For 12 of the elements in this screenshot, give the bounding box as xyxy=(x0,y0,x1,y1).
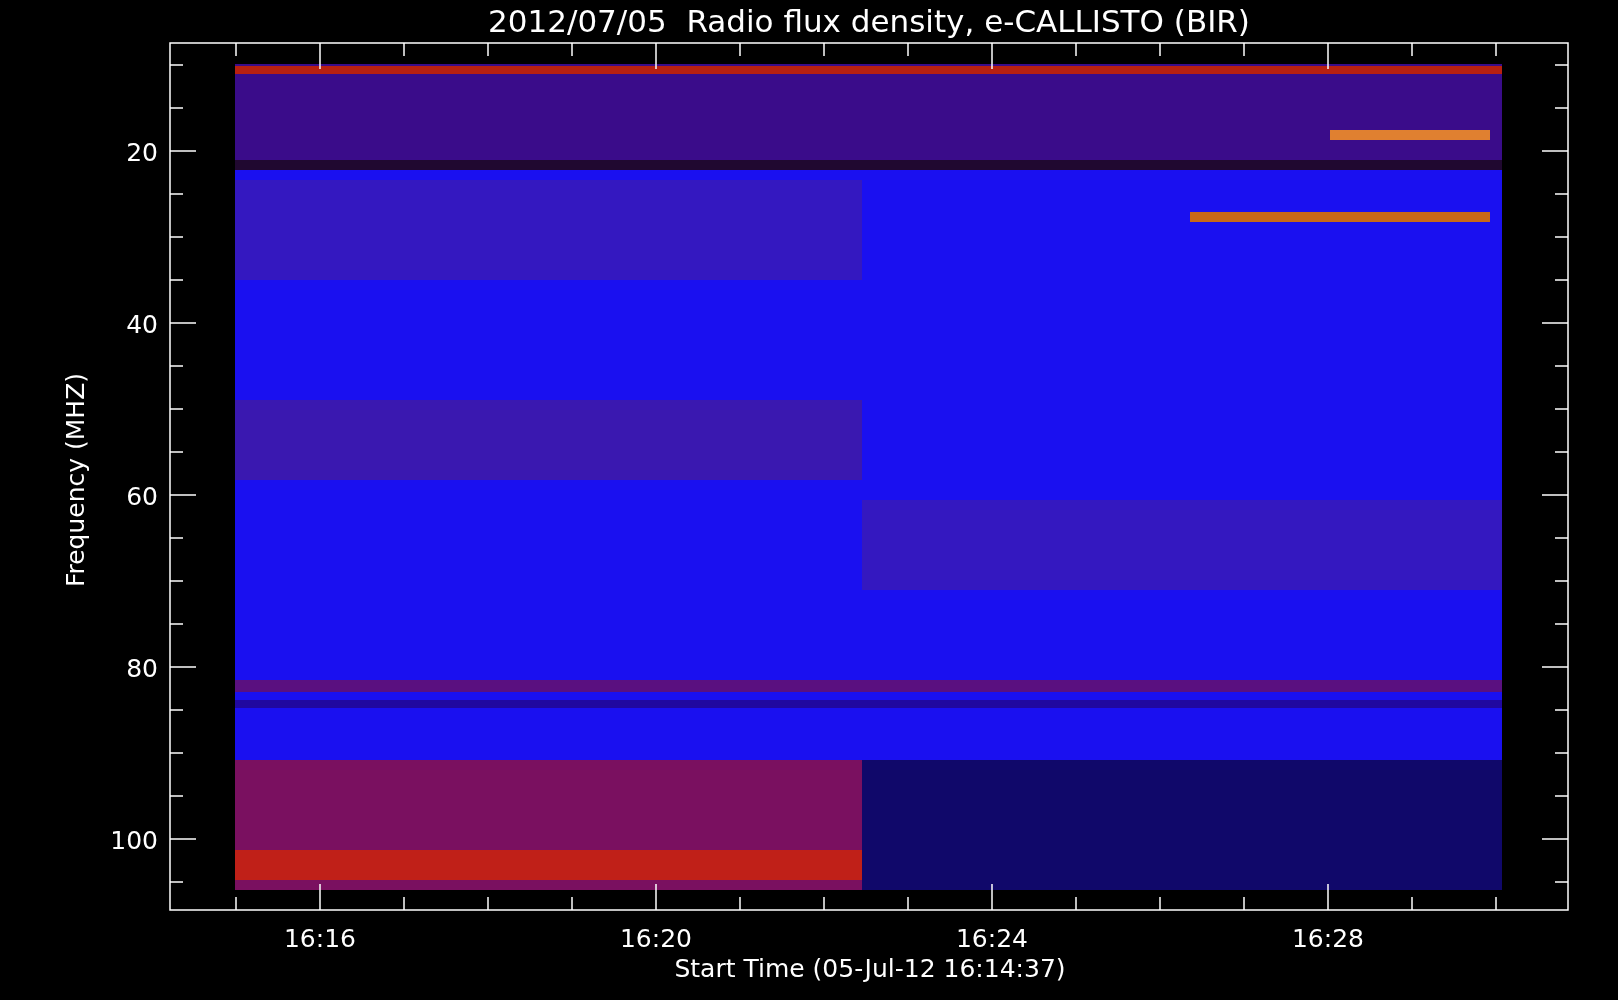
x-tick-label: 16:28 xyxy=(1292,924,1364,953)
y-tick-label: 80 xyxy=(126,654,158,683)
x-tick-label: 16:20 xyxy=(620,924,692,953)
x-axis-label: Start Time (05-Jul-12 16:14:37) xyxy=(674,954,1066,983)
x-tick-label: 16:24 xyxy=(956,924,1028,953)
y-axis-label: Frequency (MHZ) xyxy=(61,372,90,588)
chart-title: 2012/07/05 Radio flux density, e-CALLISTO (BIR) xyxy=(488,3,1250,39)
y-tick-label: 60 xyxy=(126,482,158,511)
y-tick-label: 40 xyxy=(126,310,158,339)
y-tick-label: 100 xyxy=(110,826,158,855)
x-tick-label: 16:16 xyxy=(284,924,356,953)
y-tick-label: 20 xyxy=(126,138,158,167)
